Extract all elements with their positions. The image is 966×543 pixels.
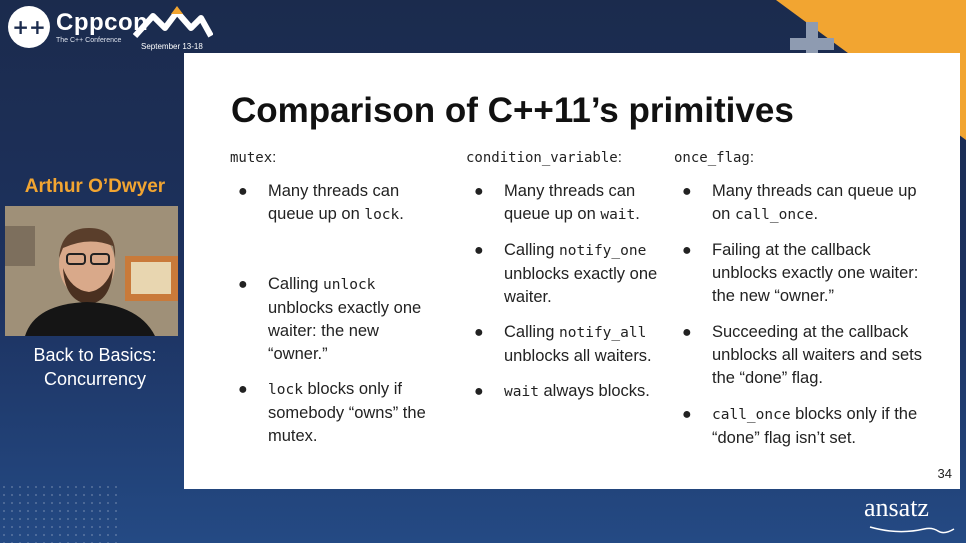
column-condition-variable: condition_variable: ● Many threads can q… [466, 149, 676, 404]
speaker-silhouette-icon [5, 206, 178, 336]
bullet-icon: ● [238, 183, 248, 200]
column-header: condition_variable: [466, 149, 622, 166]
list-item: ● Many threads can queue up on call_once… [682, 182, 917, 223]
column-header: mutex: [230, 149, 277, 166]
mountain-peaks-icon [133, 6, 213, 39]
bullet-icon: ● [238, 381, 248, 398]
list-item: ● Calling unlock unblocks exactly one wa… [238, 275, 422, 363]
sponsor-logo-text: ansatz [864, 493, 929, 522]
list-item: ● Calling notify_all unblocks all waiter… [474, 323, 652, 365]
bullet-icon: ● [474, 183, 484, 200]
dot-pattern-decoration [0, 483, 120, 543]
list-item: ● wait always blocks. [466, 380, 676, 404]
bullet-icon: ● [682, 242, 692, 259]
presentation-slide: Comparison of C++11’s primitives mutex: … [184, 53, 960, 489]
cppcon-logo: ++ Cppcon The C++ Conference [8, 6, 148, 48]
list-item: ● Calling notify_one unblocks exactly on… [474, 241, 658, 306]
bullet-icon: ● [682, 183, 692, 200]
list-item: ● lock blocks only if somebody “owns” th… [238, 380, 426, 445]
sponsor-swoosh-icon [869, 526, 955, 534]
talk-title-line-1: Back to Basics: [33, 345, 157, 365]
talk-title-line-2: Concurrency [43, 369, 147, 389]
slide-title: Comparison of C++11’s primitives [231, 91, 794, 130]
speaker-webcam-video [5, 206, 178, 336]
list-item: ● Many threads can queue up on wait. [474, 182, 640, 223]
bullet-icon: ● [474, 383, 484, 400]
bullet-icon: ● [474, 324, 484, 341]
conference-dates: September 13-18 [141, 42, 203, 51]
list-item: ● Succeeding at the callback unblocks al… [682, 323, 923, 387]
bullet-icon: ● [238, 276, 248, 293]
slide-page-number: 34 [937, 466, 952, 481]
list-item: ● Many threads can queue up on lock. [238, 182, 404, 223]
bullet-icon: ● [474, 242, 484, 259]
speaker-name: Arthur O’Dwyer [24, 176, 166, 197]
column-mutex: mutex: ● Many threads can queue up on lo… [230, 149, 440, 448]
column-once-flag: once_flag: ● Many threads can queue up o… [674, 149, 934, 450]
talk-title: Back to Basics: Concurrency [0, 343, 190, 391]
column-header: once_flag: [674, 149, 755, 166]
list-item: ● Failing at the callback unblocks exact… [682, 241, 919, 305]
cppcon-logo-mark-icon: ++ [8, 6, 50, 48]
bullet-icon: ● [682, 406, 692, 423]
list-item: ● call_once blocks only if the “done” fl… [682, 405, 918, 447]
bullet-icon: ● [682, 324, 692, 341]
